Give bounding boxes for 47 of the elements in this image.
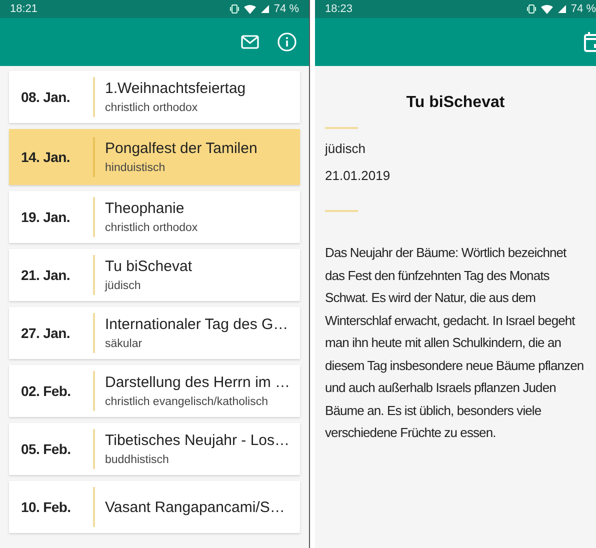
holiday-religion: christlich orthodox bbox=[105, 222, 198, 234]
holiday-card[interactable]: 10. Feb. Vasant Rangapancami/S… bbox=[9, 481, 300, 533]
status-time: 18:21 bbox=[10, 3, 38, 15]
holiday-title: Vasant Rangapancami/S… bbox=[105, 498, 285, 516]
holiday-religion: christlich orthodox bbox=[105, 102, 199, 114]
holiday-card[interactable]: 14. Jan. Pongalfest der Tamilen hinduistisch bbox=[9, 129, 300, 185]
holiday-date: 27. Jan. bbox=[20, 325, 71, 341]
holiday-title: Tu biSchevat bbox=[105, 258, 192, 275]
holiday-religion: jüdisch bbox=[105, 280, 142, 292]
holiday-religion: hinduistisch bbox=[105, 162, 166, 174]
mail-icon[interactable] bbox=[241, 35, 259, 49]
detail-description: Das Neujahr der Bäume: Wörtlich bezeichnet das Fest den fünfzehnten Tag des Monats Schwat. Es wird der Natur, die aus dem Winterschlaf erwacht, gedacht. In Israel begeht man ihn heute mit allen Schulkindern, die an diesem Tag insbesondere neue Bäume pflanzen und auch außerhalb Israels pflanzen Juden Bäume an. Es ist üblich, besonders viele verschiedene Früchte zu essen. bbox=[325, 244, 585, 442]
info-icon[interactable] bbox=[277, 32, 297, 52]
holiday-date: 08. Jan. bbox=[20, 89, 71, 105]
vibrate-icon bbox=[230, 4, 239, 14]
holiday-date: 10. Feb. bbox=[20, 499, 72, 515]
holiday-card[interactable]: 08. Jan. 1.Weihnachtsfeiertag christlich orthodox bbox=[9, 71, 300, 123]
holiday-card[interactable]: 27. Jan. Internationaler Tag des G… säkular bbox=[9, 307, 300, 359]
detail-title: Tu biSchevat bbox=[406, 94, 505, 112]
vibrate-icon bbox=[526, 4, 536, 14]
holiday-date: 14. Jan. bbox=[20, 149, 71, 165]
holiday-religion: christlich evangelisch/katholisch bbox=[105, 396, 269, 408]
wifi-icon bbox=[540, 4, 553, 14]
holiday-date: 05. Feb. bbox=[20, 441, 72, 457]
holiday-religion: buddhistisch bbox=[105, 454, 170, 466]
holiday-title: Pongalfest der Tamilen bbox=[105, 140, 258, 157]
detail-date: 21.01.2019 bbox=[325, 168, 392, 183]
status-time: 18:23 bbox=[325, 3, 353, 15]
holiday-title: Internationaler Tag des G… bbox=[105, 316, 288, 333]
holiday-card[interactable]: 05. Feb. Tibetisches Neujahr - Los… buddhistisch bbox=[9, 423, 300, 475]
holiday-card[interactable]: 02. Feb. Darstellung des Herrn im … christlich evangelisch/katholisch bbox=[9, 365, 300, 417]
detail-religion: jüdisch bbox=[325, 141, 366, 156]
holiday-religion: säkular bbox=[105, 338, 144, 350]
holiday-card[interactable]: 21. Jan. Tu biSchevat jüdisch bbox=[9, 249, 300, 301]
holiday-date: 19. Jan. bbox=[20, 209, 71, 225]
battery-level: 74 % bbox=[274, 3, 299, 15]
wifi-icon bbox=[244, 4, 256, 14]
holiday-date: 02. Feb. bbox=[20, 383, 72, 399]
battery-level: 74 % bbox=[570, 3, 596, 15]
holiday-title: Theophanie bbox=[105, 200, 186, 217]
holiday-title: Tibetisches Neujahr - Los… bbox=[105, 432, 290, 449]
holiday-title: Darstellung des Herrn im … bbox=[105, 374, 290, 391]
signal-icon bbox=[558, 5, 566, 13]
signal-icon bbox=[260, 5, 269, 13]
holiday-title: 1.Weihnachtsfeiertag bbox=[105, 80, 246, 97]
holiday-date: 21. Jan. bbox=[20, 267, 71, 283]
holiday-card[interactable]: 19. Jan. Theophanie christlich orthodox bbox=[9, 191, 300, 243]
